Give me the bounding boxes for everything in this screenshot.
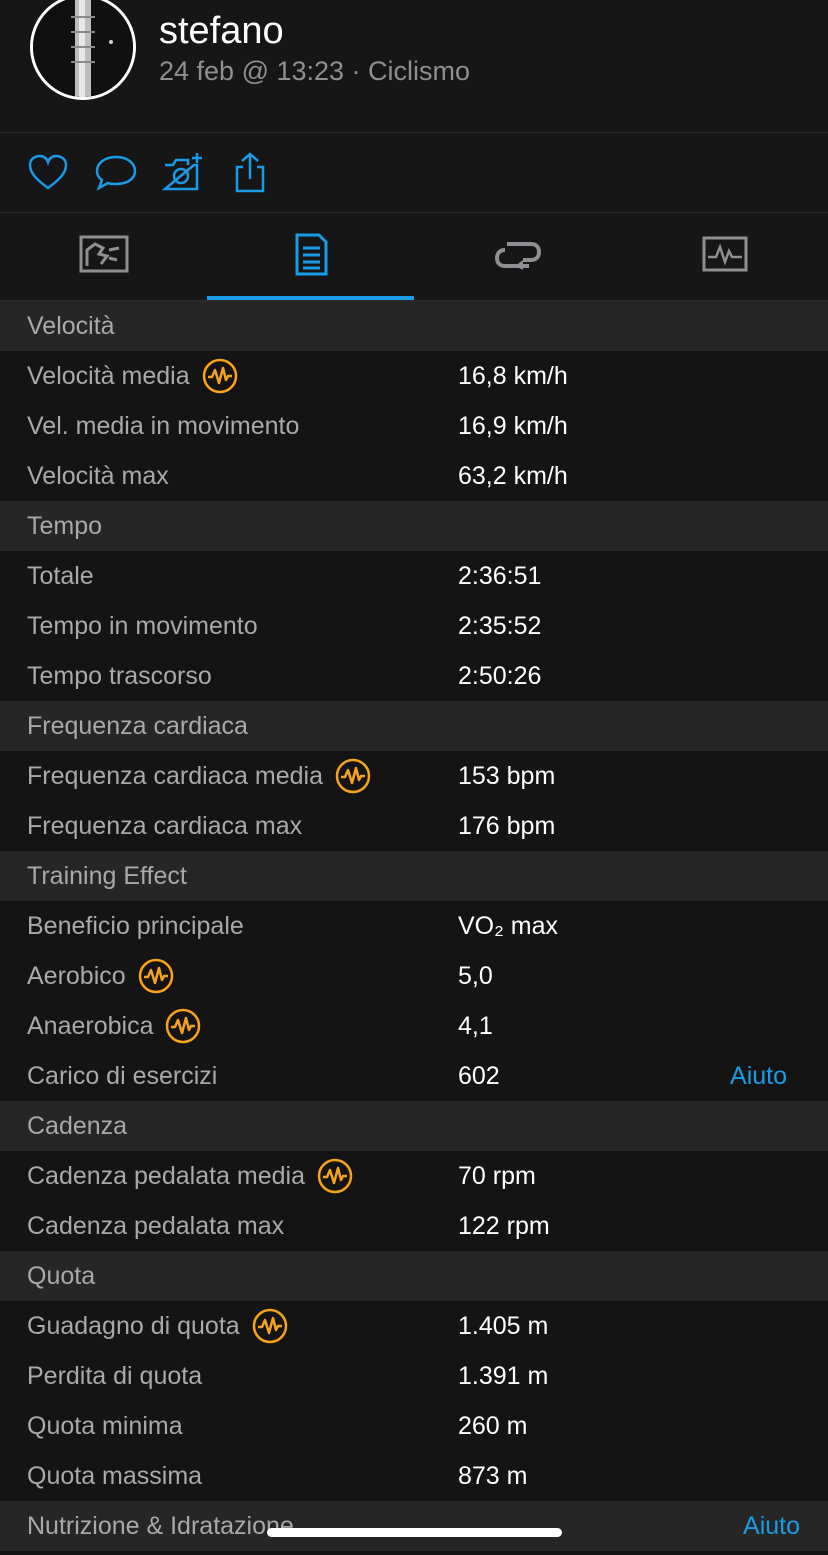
insight-icon[interactable] — [252, 1308, 288, 1344]
stat-value: 2:35:52 — [458, 612, 542, 640]
stats-list: Velocità Velocità media 16,8 km/h Vel. m… — [0, 301, 828, 1551]
stat-label: Aerobico — [27, 951, 174, 1001]
stat-row: Frequenza cardiaca media 153 bpm — [0, 751, 828, 801]
comment-icon[interactable] — [94, 151, 138, 195]
section-header: Nutrizione & Idratazione Aiuto — [0, 1501, 828, 1551]
stat-label: Beneficio principale — [27, 912, 244, 940]
avatar[interactable] — [30, 0, 136, 100]
stat-row: Cadenza pedalata max 122 rpm — [0, 1201, 828, 1251]
stat-value: VO₂ max — [458, 912, 558, 940]
heart-icon[interactable] — [26, 151, 70, 195]
stat-row: Quota massima 873 m — [0, 1451, 828, 1501]
section-header: Frequenza cardiaca — [0, 701, 828, 751]
stat-label: Frequenza cardiaca media — [27, 751, 371, 801]
activity-meta: 24 feb @ 13:23 · Ciclismo — [159, 56, 471, 86]
share-icon[interactable] — [228, 151, 272, 195]
stat-label: Anaerobica — [27, 1001, 201, 1051]
insight-icon[interactable] — [202, 358, 238, 394]
stat-label: Quota minima — [27, 1412, 183, 1440]
stat-label: Tempo trascorso — [27, 662, 212, 690]
help-link[interactable]: Aiuto — [730, 1051, 787, 1101]
stat-value: 63,2 km/h — [458, 462, 568, 490]
tab-map[interactable] — [0, 213, 207, 300]
section-header: Velocità — [0, 301, 828, 351]
stat-label: Velocità media — [27, 351, 238, 401]
stat-label: Vel. media in movimento — [27, 412, 300, 440]
stat-label: Quota massima — [27, 1462, 203, 1490]
tab-graph[interactable] — [621, 213, 828, 300]
tab-laps[interactable] — [414, 213, 621, 300]
stat-label: Velocità max — [27, 462, 169, 490]
stat-row: Carico di esercizi 602 Aiuto — [0, 1051, 828, 1101]
insight-icon[interactable] — [138, 958, 174, 994]
help-link[interactable]: Aiuto — [743, 1501, 800, 1551]
stat-value: 260 m — [458, 1412, 528, 1440]
stat-row: Vel. media in movimento 16,9 km/h — [0, 401, 828, 451]
stat-label: Guadagno di quota — [27, 1301, 288, 1351]
stat-label: Cadenza pedalata max — [27, 1212, 285, 1240]
stat-row: Guadagno di quota 1.405 m — [0, 1301, 828, 1351]
section-header: Training Effect — [0, 851, 828, 901]
stat-value: 2:50:26 — [458, 662, 542, 690]
stat-row: Perdita di quota 1.391 m — [0, 1351, 828, 1401]
stat-value: 1.405 m — [458, 1312, 549, 1340]
stat-value: 5,0 — [458, 962, 493, 990]
stat-label: Totale — [27, 562, 94, 590]
tab-bar — [0, 213, 828, 301]
section-title: Nutrizione & Idratazione — [27, 1512, 294, 1540]
action-bar — [0, 133, 828, 213]
stat-row: Quota minima 260 m — [0, 1401, 828, 1451]
stat-value: 2:36:51 — [458, 562, 542, 590]
chart-map-icon — [79, 234, 129, 279]
stat-value: 602 — [458, 1062, 500, 1090]
tab-stats[interactable] — [207, 213, 414, 300]
stat-label: Frequenza cardiaca max — [27, 812, 303, 840]
stat-label: Cadenza pedalata media — [27, 1151, 353, 1201]
stat-value: 4,1 — [458, 1012, 493, 1040]
stat-label: Carico di esercizi — [27, 1062, 218, 1090]
stat-row: Beneficio principale VO₂ max — [0, 901, 828, 951]
stat-row: Totale 2:36:51 — [0, 551, 828, 601]
stat-row: Velocità max 63,2 km/h — [0, 451, 828, 501]
stat-row: Aerobico 5,0 — [0, 951, 828, 1001]
active-tab-indicator — [207, 296, 414, 300]
stat-row: Tempo trascorso 2:50:26 — [0, 651, 828, 701]
insight-icon[interactable] — [165, 1008, 201, 1044]
stat-value: 122 rpm — [458, 1212, 550, 1240]
stat-row: Frequenza cardiaca max 176 bpm — [0, 801, 828, 851]
activity-header: stefano 24 feb @ 13:23 · Ciclismo — [0, 0, 828, 133]
stat-value: 153 bpm — [458, 762, 556, 790]
stat-value: 16,8 km/h — [458, 362, 568, 390]
stat-value: 176 bpm — [458, 812, 556, 840]
user-name[interactable]: stefano — [159, 10, 284, 53]
stat-value: 16,9 km/h — [458, 412, 568, 440]
home-indicator — [267, 1528, 562, 1537]
add-photo-icon[interactable] — [161, 151, 205, 195]
stat-label: Perdita di quota — [27, 1362, 203, 1390]
stat-row: Tempo in movimento 2:35:52 — [0, 601, 828, 651]
stat-row: Velocità media 16,8 km/h — [0, 351, 828, 401]
stat-value: 1.391 m — [458, 1362, 549, 1390]
stat-value: 873 m — [458, 1462, 528, 1490]
stat-value: 70 rpm — [458, 1162, 536, 1190]
laps-icon — [493, 236, 543, 277]
stat-row: Anaerobica 4,1 — [0, 1001, 828, 1051]
section-header: Quota — [0, 1251, 828, 1301]
insight-icon[interactable] — [317, 1158, 353, 1194]
stat-label: Tempo in movimento — [27, 612, 258, 640]
insight-icon[interactable] — [335, 758, 371, 794]
stat-row: Cadenza pedalata media 70 rpm — [0, 1151, 828, 1201]
section-header: Cadenza — [0, 1101, 828, 1151]
section-header: Tempo — [0, 501, 828, 551]
graph-icon — [702, 235, 748, 278]
stats-document-icon — [293, 231, 329, 282]
